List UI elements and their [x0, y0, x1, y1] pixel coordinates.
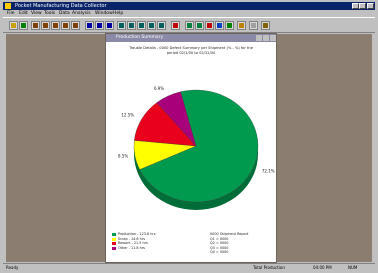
- summary-block: 0000 Shipment Report Q1 = 0000 Q2 = 0000…: [210, 232, 274, 255]
- menu-window[interactable]: Window: [95, 10, 113, 17]
- toolbar-button-open[interactable]: [9, 21, 18, 30]
- toolbar-button-arrow-down[interactable]: [61, 21, 70, 30]
- title-bar: Pocket Manufacturing Data Collector: [3, 2, 375, 10]
- toolbar-button-arrow-down[interactable]: [31, 21, 40, 30]
- grid-icon: [129, 23, 134, 28]
- menu-tools[interactable]: Tools: [44, 10, 55, 17]
- toolbar-button-chart[interactable]: [105, 21, 114, 30]
- toolbar-button-arrow-down[interactable]: [71, 21, 80, 30]
- legend-label: Other - 11.8 hrs: [118, 245, 145, 250]
- app-icon: [5, 3, 11, 9]
- chart-legend: Production - 123.8 hrs Scrap - 14.6 hrs …: [112, 232, 192, 250]
- legend-entry: Other - 11.8 hrs: [112, 246, 192, 251]
- summary-line: Q4 = 0000: [210, 250, 229, 255]
- slice-label-other: 6.9%: [154, 86, 164, 91]
- toolbar-button-grid[interactable]: [147, 21, 156, 30]
- pie-chart-icon: [217, 23, 222, 28]
- toolbar-button-chart[interactable]: [85, 21, 94, 30]
- legend-swatch-production: [112, 233, 116, 236]
- toolbar-button-grid[interactable]: [127, 21, 136, 30]
- grid-icon: [159, 23, 164, 28]
- toolbar-button-pie-chart[interactable]: [215, 21, 224, 30]
- legend-swatch-other: [112, 246, 116, 250]
- toolbar-button-page[interactable]: [171, 21, 180, 30]
- page-icon: [173, 23, 178, 28]
- pencil-icon: [251, 23, 256, 28]
- toolbar-button-pencil[interactable]: [249, 21, 258, 30]
- globe-icon: [227, 23, 232, 28]
- report-window: Production Summary Trouble Details - 000…: [106, 34, 276, 262]
- grid-icon: [149, 23, 154, 28]
- arrow-down-icon: [43, 23, 48, 28]
- status-bar: Ready Total Production 04:00 PM NUM: [3, 263, 375, 271]
- status-num: NUM: [348, 265, 358, 270]
- toolbar-button-flag[interactable]: [19, 21, 28, 30]
- slice-label-production: 72.1%: [262, 169, 275, 174]
- status-panel: Total Production: [253, 265, 285, 270]
- chart-icon: [87, 23, 92, 28]
- help-icon: [239, 23, 244, 28]
- menu-data[interactable]: Data: [59, 10, 70, 17]
- bar-chart-icon: [197, 23, 202, 28]
- grid-icon: [119, 23, 124, 28]
- slice-label-rework: 12.5%: [121, 113, 134, 118]
- legend-label: Production - 123.8 hrs: [118, 232, 156, 236]
- toolbar-button-grid[interactable]: [157, 21, 166, 30]
- toolbar-button-chart[interactable]: [95, 21, 104, 30]
- menu-view[interactable]: View: [31, 10, 42, 17]
- legend-swatch-rework: [112, 242, 116, 246]
- slice-label-scrap: 8.5%: [118, 153, 128, 158]
- maximize-button[interactable]: [359, 3, 366, 9]
- toolbar-button-pie-chart[interactable]: [205, 21, 214, 30]
- menu-help[interactable]: Help: [113, 10, 123, 17]
- mdi-workspace: Production Summary Trouble Details - 000…: [6, 34, 372, 262]
- chart-icon: [97, 23, 102, 28]
- grid-icon: [139, 23, 144, 28]
- menu-file[interactable]: File: [7, 10, 15, 17]
- arrow-down-icon: [33, 23, 38, 28]
- minimize-button[interactable]: [352, 3, 359, 9]
- legend-label: Rework - 21.5 hrs: [118, 241, 148, 246]
- toolbar-button-pointer[interactable]: [261, 21, 270, 30]
- toolbar: [3, 17, 375, 33]
- close-button[interactable]: [367, 3, 374, 9]
- toolbar-button-help[interactable]: [237, 21, 246, 30]
- pie-chart: 72.1% 8.5% 12.5% 6.9%: [118, 86, 275, 210]
- toolbar-button-globe[interactable]: [225, 21, 234, 30]
- toolbar-button-bar-chart[interactable]: [195, 21, 204, 30]
- toolbar-button-bar-chart[interactable]: [185, 21, 194, 30]
- toolbar-button-grid[interactable]: [117, 21, 126, 30]
- menu-bar: File Edit View Tools Data Analysis Windo…: [3, 10, 375, 17]
- chart-icon: [107, 23, 112, 28]
- arrow-down-icon: [53, 23, 58, 28]
- menu-edit[interactable]: Edit: [19, 10, 28, 17]
- application-window: Pocket Manufacturing Data Collector File…: [0, 0, 378, 273]
- status-time: 04:00 PM: [313, 265, 332, 270]
- arrow-down-icon: [73, 23, 78, 28]
- toolbar-button-arrow-down[interactable]: [41, 21, 50, 30]
- toolbar-button-arrow-down[interactable]: [51, 21, 60, 30]
- legend-swatch-scrap: [112, 237, 116, 241]
- window-title: Pocket Manufacturing Data Collector: [15, 3, 107, 9]
- pointer-icon: [263, 23, 268, 28]
- open-icon: [11, 23, 16, 28]
- legend-label: Scrap - 14.6 hrs: [118, 236, 145, 241]
- status-text: Ready: [6, 265, 19, 270]
- menu-analysis[interactable]: Analysis: [72, 10, 91, 17]
- bar-chart-icon: [187, 23, 192, 28]
- pie-chart-icon: [207, 23, 212, 28]
- arrow-down-icon: [63, 23, 68, 28]
- toolbar-button-grid[interactable]: [137, 21, 146, 30]
- flag-icon: [21, 23, 26, 28]
